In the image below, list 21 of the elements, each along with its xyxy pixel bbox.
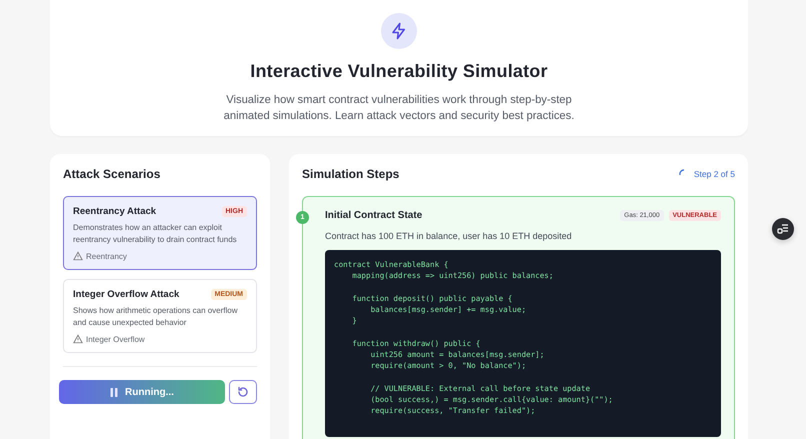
floating-menu-button[interactable] [772, 218, 794, 240]
list-icon [777, 223, 789, 235]
scenario-title: Reentrancy Attack [73, 206, 156, 217]
scenario-title: Integer Overflow Attack [73, 289, 180, 300]
warning-icon [73, 251, 83, 261]
page-title: Interactive Vulnerability Simulator [250, 61, 548, 82]
scenario-description: Demonstrates how an attacker can exploit reentrancy vulnerability to drain contract funds [73, 222, 238, 245]
panel-title: Attack Scenarios [63, 167, 162, 181]
lightning-icon [381, 13, 417, 49]
step-title: Initial Contract State [325, 210, 422, 221]
pause-icon [110, 388, 118, 396]
reset-icon [237, 386, 249, 398]
scenario-description: Shows how arithmetic operations can overflow and cause unexpected behavior [73, 305, 239, 328]
warning-icon [73, 334, 83, 344]
step-progress: Step 2 of 5 [694, 169, 735, 179]
reset-button[interactable] [229, 380, 257, 404]
scenario-category: Reentrancy [86, 252, 127, 260]
scenario-category: Integer Overflow [86, 334, 145, 344]
page-description: Visualize how smart contract vulnerabilities work through step-by-step animated simulations. Learn attack vectors and security best practices. [222, 93, 576, 124]
step-description: Contract has 100 ETH in balance, user has 10 ETH deposited [325, 231, 573, 241]
panel-title: Simulation Steps [302, 167, 400, 181]
